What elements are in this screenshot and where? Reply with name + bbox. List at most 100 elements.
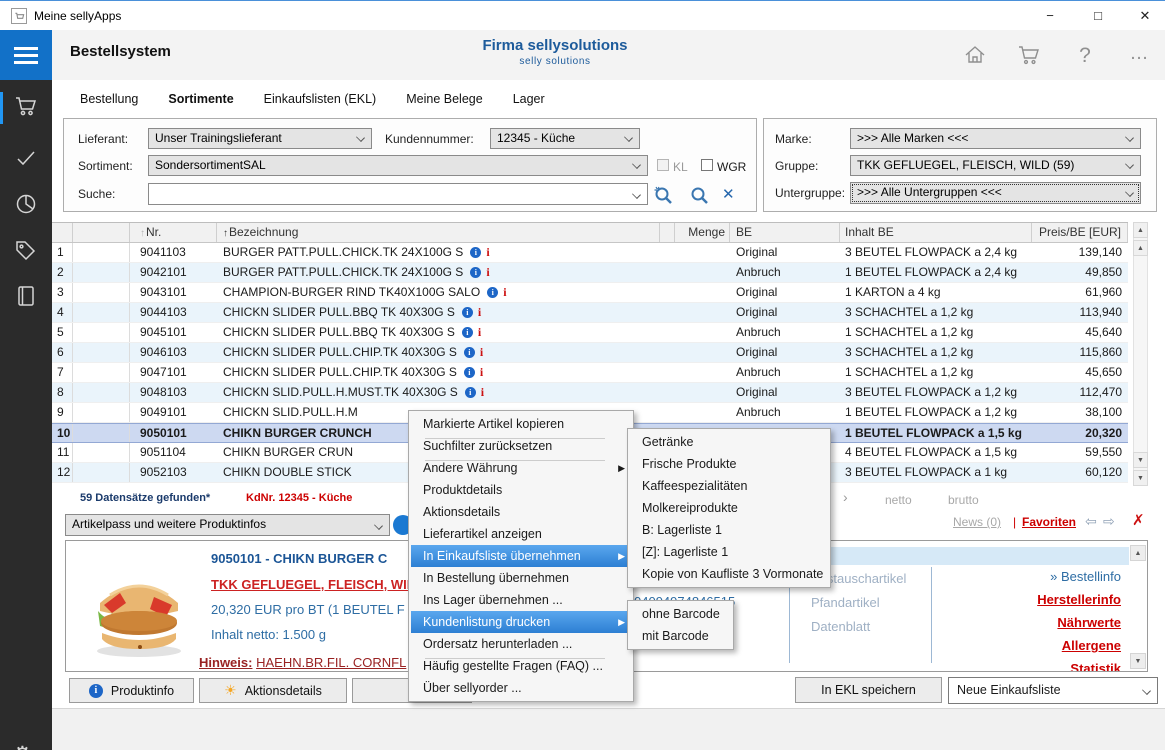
hamburger-menu-button[interactable] [0,30,52,80]
help-button[interactable]: ? [1068,43,1102,69]
table-row[interactable]: 3 9043101 CHAMPION-BURGER RIND TK40X100G… [52,283,1128,303]
menge-cell[interactable] [675,263,730,282]
column-header-preis[interactable]: Preis/BE [EUR] [1032,223,1128,242]
prev-arrow-icon[interactable]: ⇦ [1085,513,1097,530]
alert-info-icon[interactable]: i [478,325,481,339]
submenu-item[interactable]: ohne Barcode [630,603,731,625]
table-scrollbar[interactable] [1133,222,1148,486]
submenu-item[interactable]: [Z]: Lagerliste 1 [630,541,828,563]
tab[interactable]: Meine Belege [406,92,482,106]
menge-cell[interactable] [675,343,730,362]
product-info-icon[interactable]: i [462,307,473,318]
submenu-item[interactable]: mit Barcode [630,625,731,647]
product-info-icon[interactable]: i [487,287,498,298]
column-header-inhalt[interactable]: Inhalt BE [840,223,1032,242]
more-options-button[interactable]: … [1122,43,1156,69]
context-menu-item[interactable]: Suchfilter zurücksetzen▶ [411,435,631,457]
sidebar-item-catalog[interactable] [14,284,38,308]
scroll-up-button[interactable]: ▲ [1133,240,1148,256]
scroll-bottom-button[interactable]: ▼ [1133,470,1148,486]
close-button[interactable]: ✕ [1125,1,1165,31]
kundennummer-select[interactable]: 12345 - Küche [490,128,640,149]
detail-link[interactable]: Nährwerte [1057,615,1121,630]
table-row[interactable]: 6 9046103 CHICKN SLIDER PULL.CHIP.TK 40X… [52,343,1128,363]
product-info-icon[interactable]: i [464,347,475,358]
home-button[interactable] [958,43,992,69]
tab[interactable]: Bestellung [80,92,138,106]
table-row[interactable]: 8 9048103 CHICKN SLID.PULL.H.MUST.TK 40X… [52,383,1128,403]
product-info-icon[interactable]: i [464,367,475,378]
artikelpass-select[interactable]: Artikelpass und weitere Produktinfos [65,514,390,536]
detail-link[interactable]: » Bestellinfo [1050,569,1121,584]
neue-einkaufsliste-select[interactable]: Neue Einkaufsliste [948,677,1158,704]
table-row[interactable]: 2 9042101 BURGER PATT.PULL.CHICK.TK 24X1… [52,263,1128,283]
kl-checkbox[interactable] [657,159,669,171]
product-info-icon[interactable]: i [462,327,473,338]
product-category-link[interactable]: TKK GEFLUEGEL, FLEISCH, WILD [211,577,424,592]
brutto-toggle[interactable]: brutto [948,493,979,507]
submenu-item[interactable]: Kaffeespezialitäten [630,475,828,497]
scroll-down-button[interactable]: ▼ [1133,452,1148,468]
submenu-item[interactable]: Molkereiprodukte [630,497,828,519]
cart-button[interactable] [1012,43,1046,69]
news-link[interactable]: News (0) [953,515,1001,529]
menge-cell[interactable] [675,403,730,422]
marke-select[interactable]: >>> Alle Marken <<< [850,128,1141,149]
search-new-button[interactable] [652,184,674,206]
ekl-speichern-button[interactable]: In EKL speichern [795,677,942,703]
tab[interactable]: Sortimente [168,92,233,106]
context-menu-item[interactable]: Über sellyorder ...▶ [411,677,631,699]
context-menu-item[interactable]: Produktdetails▶ [411,479,631,501]
submenu-item[interactable]: Getränke [630,431,828,453]
maximize-button[interactable]: □ [1078,1,1118,31]
context-menu-item[interactable]: In Einkaufsliste übernehmen▶ [411,545,631,567]
lieferant-select[interactable]: Unser Trainingslieferant [148,128,372,149]
alert-info-icon[interactable]: i [481,385,484,399]
context-menu-item[interactable]: Häufig gestellte Fragen (FAQ) ...▶ [411,655,631,677]
menge-cell[interactable] [675,243,730,262]
product-info-icon[interactable]: i [470,267,481,278]
hscroll-right-icon[interactable]: › [843,489,848,505]
context-menu-item[interactable]: Lieferartikel anzeigen▶ [411,523,631,545]
sidebar-item-prices[interactable] [14,238,38,262]
panel-scroll-down-button[interactable]: ▼ [1130,653,1146,669]
tab[interactable]: Einkaufslisten (EKL) [264,92,377,106]
settings-gear-icon[interactable]: ⚙ [13,742,32,750]
untergruppe-select[interactable]: >>> Alle Untergruppen <<< [850,182,1141,204]
alert-info-icon[interactable]: i [486,245,489,259]
alert-info-icon[interactable]: i [480,365,483,379]
table-row[interactable]: 1 9041103 BURGER PATT.PULL.CHICK.TK 24X1… [52,243,1128,263]
aktionsdetails-button[interactable]: ☀ Aktionsdetails [199,678,347,703]
column-header-nr[interactable]: ↑Nr. [130,223,217,242]
column-header-menge[interactable]: Menge [675,223,730,242]
context-menu-item[interactable]: Andere Währung▶ [411,457,631,479]
alert-info-icon[interactable]: i [486,265,489,279]
sortiment-select[interactable]: SondersortimentSAL [148,155,648,176]
search-button[interactable] [688,184,710,206]
column-header-bezeichnung[interactable]: ↑Bezeichnung [217,223,660,242]
tab[interactable]: Lager [513,92,545,106]
next-arrow-icon[interactable]: ⇨ [1103,513,1115,530]
sidebar-item-tasks[interactable] [14,146,38,170]
context-menu-item[interactable]: Ordersatz herunterladen ...▶ [411,633,631,655]
table-row[interactable]: 7 9047101 CHICKN SLIDER PULL.CHIP.TK 40X… [52,363,1128,383]
context-menu-item[interactable]: In Bestellung übernehmen▶ [411,567,631,589]
context-menu-item[interactable]: Markierte Artikel kopieren▶ [411,413,631,435]
submenu-item[interactable]: Kopie von Kaufliste 3 Vormonate [630,563,828,585]
table-row[interactable]: 4 9044103 CHICKN SLIDER PULL.BBQ TK 40X3… [52,303,1128,323]
menge-cell[interactable] [675,363,730,382]
column-header-be[interactable]: BE [730,223,840,242]
wgr-checkbox[interactable] [701,159,713,171]
produktinfo-button[interactable]: i Produktinfo [69,678,194,703]
context-menu-item[interactable]: Aktionsdetails▶ [411,501,631,523]
alert-info-icon[interactable]: i [480,345,483,359]
menge-cell[interactable] [675,323,730,342]
menge-cell[interactable] [675,283,730,302]
context-menu-item[interactable]: Kundenlistung drucken▶ [411,611,631,633]
submenu-item[interactable]: Frische Produkte [630,453,828,475]
scroll-top-button[interactable]: ▲ [1133,222,1148,238]
detail-link[interactable]: Herstellerinfo [1037,592,1121,607]
context-menu-item[interactable]: Ins Lager übernehmen ...▶ [411,589,631,611]
table-row[interactable]: 5 9045101 CHICKN SLIDER PULL.BBQ TK 40X3… [52,323,1128,343]
favoriten-link[interactable]: Favoriten [1022,515,1076,529]
